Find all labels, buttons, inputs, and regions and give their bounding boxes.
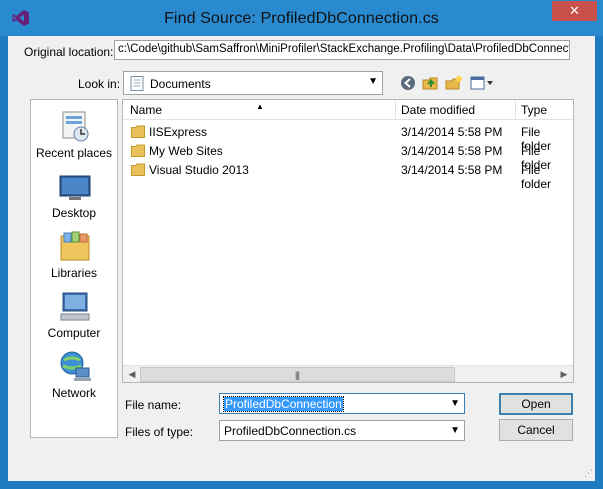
computer-icon — [60, 292, 90, 321]
libraries-icon — [60, 231, 90, 261]
open-button[interactable]: Open — [499, 393, 573, 415]
network-icon — [60, 351, 91, 381]
place-label: Libraries — [50, 266, 98, 280]
folder-icon — [131, 163, 145, 179]
files-of-type-value: ProfiledDbConnection.cs — [224, 424, 357, 438]
up-folder-icon — [422, 77, 438, 90]
back-button[interactable] — [398, 74, 418, 92]
file-name-input[interactable]: ProfiledDbConnection — [223, 396, 344, 412]
recent-places-icon — [62, 111, 89, 142]
look-in-combo[interactable]: Documents ▼ — [123, 71, 383, 95]
file-name-cell: My Web Sites — [149, 144, 223, 158]
place-computer[interactable]: Computer — [31, 284, 117, 344]
place-recent-places[interactable]: Recent places — [31, 104, 117, 164]
scroll-right-icon[interactable]: ▶ — [556, 367, 572, 382]
cancel-button[interactable]: Cancel — [499, 419, 573, 441]
original-location-field[interactable]: c:\Code\github\SamSaffron\MiniProfiler\S… — [114, 40, 570, 60]
documents-icon — [130, 76, 144, 94]
original-location-label: Original location: — [24, 45, 114, 59]
column-type[interactable]: Type — [521, 103, 547, 117]
file-date-cell: 3/14/2014 5:58 PM — [401, 144, 503, 158]
file-name-combo[interactable]: ProfiledDbConnection ▼ — [219, 393, 465, 414]
place-label: Recent places — [35, 146, 113, 160]
dialog-window: Find Source: ProfiledDbConnection.cs ✕ O… — [0, 0, 603, 489]
file-row[interactable]: My Web Sites 3/14/2014 5:58 PM File fold… — [123, 141, 573, 172]
files-of-type-label: Files of type: — [125, 425, 194, 439]
file-row[interactable]: Visual Studio 2013 3/14/2014 5:58 PM Fil… — [123, 160, 573, 191]
file-name-selected-text: ProfiledDbConnection — [223, 396, 344, 412]
folder-icon — [131, 144, 145, 160]
file-row[interactable]: IISExpress 3/14/2014 5:58 PM File folder — [123, 122, 573, 153]
folder-icon — [131, 125, 145, 141]
places-bar: Recent places Desktop Libraries Computer… — [30, 99, 118, 438]
place-network[interactable]: Network — [31, 344, 117, 404]
new-folder-button[interactable] — [444, 74, 464, 92]
column-name[interactable]: Name — [130, 103, 162, 117]
view-menu-button[interactable] — [469, 74, 495, 92]
file-date-cell: 3/14/2014 5:58 PM — [401, 163, 503, 177]
file-list-header: Name ▲ Date modified Type — [123, 100, 573, 120]
place-label: Network — [51, 386, 96, 400]
files-of-type-combo[interactable]: ProfiledDbConnection.cs ▼ — [219, 420, 465, 441]
up-folder-button[interactable] — [421, 74, 441, 92]
file-name-cell: Visual Studio 2013 — [149, 163, 249, 177]
place-libraries[interactable]: Libraries — [31, 224, 117, 284]
chevron-down-icon[interactable]: ▼ — [450, 398, 460, 409]
horizontal-scrollbar[interactable]: ◀ ||| ▶ — [123, 365, 573, 382]
column-date-modified[interactable]: Date modified — [401, 103, 475, 117]
close-icon: ✕ — [569, 3, 580, 18]
chevron-down-icon[interactable]: ▼ — [368, 76, 378, 87]
desktop-icon — [59, 175, 91, 200]
place-label: Computer — [47, 326, 101, 340]
file-type-cell: File folder — [521, 163, 552, 191]
view-options-icon — [470, 76, 493, 90]
close-button[interactable]: ✕ — [552, 1, 597, 21]
scrollbar-thumb[interactable]: ||| — [140, 367, 455, 382]
scroll-left-icon[interactable]: ◀ — [124, 367, 140, 382]
look-in-value: Documents — [150, 77, 211, 91]
file-date-cell: 3/14/2014 5:58 PM — [401, 125, 503, 139]
file-name-cell: IISExpress — [149, 125, 208, 139]
resize-grip-icon[interactable]: ⋰ — [584, 468, 593, 479]
title-bar[interactable]: Find Source: ProfiledDbConnection.cs ✕ — [0, 0, 603, 36]
place-label: Desktop — [51, 206, 97, 220]
place-desktop[interactable]: Desktop — [31, 164, 117, 224]
scroll-grip-icon: ||| — [295, 370, 300, 380]
window-title: Find Source: ProfiledDbConnection.cs — [164, 10, 439, 27]
look-in-label: Look in: — [78, 77, 121, 91]
back-arrow-icon — [401, 76, 415, 90]
new-folder-icon — [445, 76, 462, 90]
file-list[interactable]: Name ▲ Date modified Type IISExpress 3/1… — [122, 99, 574, 383]
sort-ascending-icon: ▲ — [256, 102, 264, 111]
dialog-body: Original location: c:\Code\github\SamSaf… — [8, 36, 595, 481]
chevron-down-icon[interactable]: ▼ — [450, 425, 460, 436]
file-name-label: File name: — [125, 398, 182, 412]
